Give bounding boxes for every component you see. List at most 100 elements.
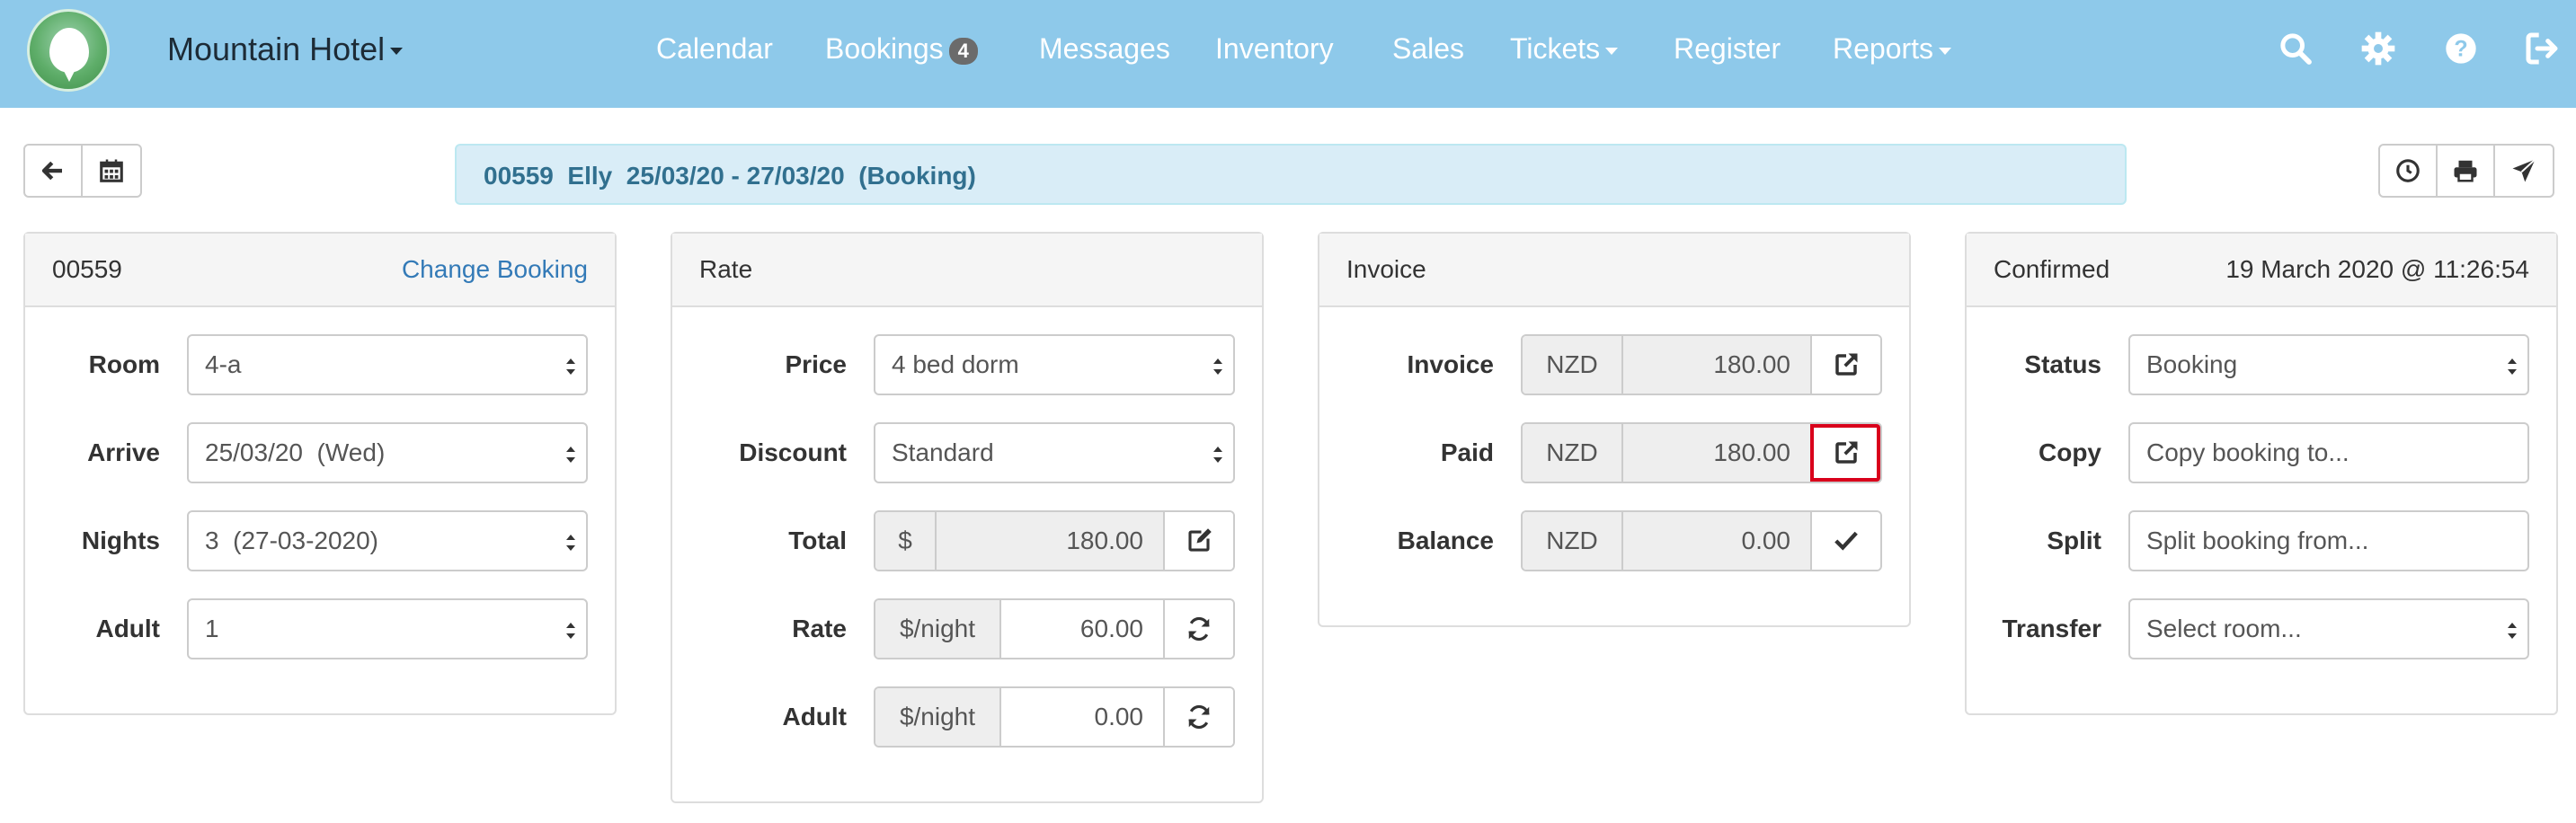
status-label: Status	[2024, 350, 2101, 378]
hotel-name: Mountain Hotel	[167, 31, 386, 67]
invoice-currency: NZD	[1523, 336, 1623, 394]
nav-bookings-label: Bookings	[825, 32, 944, 65]
price-label: Price	[785, 350, 848, 378]
balance-label: Balance	[1397, 527, 1494, 554]
booking-panel-heading: 00559 Change Booking	[25, 234, 615, 307]
svg-text:?: ?	[2454, 36, 2467, 61]
calendar-icon	[100, 159, 123, 182]
external-link-icon	[1835, 441, 1858, 464]
checkmark-icon	[1834, 531, 1858, 551]
edit-total-button[interactable]	[1163, 512, 1233, 570]
rate-unit: $/night	[875, 600, 1001, 658]
invoice-panel-title: Invoice	[1346, 255, 1426, 283]
rate-field[interactable]: 60.00	[1001, 600, 1163, 658]
transfer-label: Transfer	[2002, 615, 2102, 642]
logout-icon[interactable]	[2524, 31, 2560, 66]
balance-input-group: NZD 0.00	[1521, 510, 1882, 571]
nav-tickets-label: Tickets	[1510, 32, 1601, 65]
change-booking-link[interactable]: Change Booking	[402, 255, 588, 284]
hotel-logo[interactable]	[27, 9, 110, 92]
balance-check-button[interactable]	[1810, 512, 1880, 570]
adult-label: Adult	[95, 615, 160, 642]
paid-currency: NZD	[1523, 424, 1623, 482]
external-link-icon	[1835, 353, 1858, 376]
adult-select[interactable]: 1	[187, 598, 588, 659]
back-button[interactable]	[25, 146, 83, 196]
nights-value: 3 (27-03-2020)	[205, 527, 379, 554]
select-arrows-icon	[2508, 358, 2517, 375]
room-value: 4-a	[205, 350, 242, 378]
arrive-select[interactable]: 25/03/20 (Wed)	[187, 422, 588, 483]
open-payments-button[interactable]	[1810, 424, 1880, 482]
rate-input-group: $/night 60.00	[874, 598, 1235, 659]
copy-booking-button[interactable]: Copy booking to...	[2128, 422, 2529, 483]
refresh-icon	[1188, 704, 1210, 730]
adult-rate-label: Adult	[782, 703, 847, 730]
send-button[interactable]	[2495, 146, 2553, 196]
discount-label: Discount	[739, 438, 847, 466]
calendar-button[interactable]	[83, 146, 140, 196]
select-arrows-icon	[566, 623, 575, 639]
nights-label: Nights	[81, 527, 160, 554]
history-button[interactable]	[2380, 146, 2438, 196]
nav-buttons	[23, 144, 142, 198]
adult-rate-unit: $/night	[875, 688, 1001, 746]
gear-icon[interactable]	[2360, 31, 2396, 66]
room-select[interactable]: 4-a	[187, 334, 588, 395]
arrive-label: Arrive	[87, 438, 160, 466]
adult-rate-input-group: $/night 0.00	[874, 686, 1235, 748]
nav-messages[interactable]: Messages	[1039, 32, 1170, 66]
edit-icon	[1188, 528, 1212, 552]
invoice-panel: Invoice Invoice NZD 180.00 Paid NZD 180.…	[1318, 232, 1911, 627]
transfer-value: Select room...	[2146, 615, 2302, 642]
discount-value: Standard	[892, 438, 994, 466]
nav-calendar[interactable]: Calendar	[656, 32, 773, 66]
nav-sales[interactable]: Sales	[1392, 32, 1464, 66]
split-booking-button[interactable]: Split booking from...	[2128, 510, 2529, 571]
rate-panel-heading: Rate	[672, 234, 1262, 307]
balance-field: 0.00	[1623, 512, 1810, 570]
open-invoice-button[interactable]	[1810, 336, 1880, 394]
print-button[interactable]	[2438, 146, 2495, 196]
nav-reports[interactable]: Reports	[1833, 32, 1952, 66]
adult-rate-field[interactable]: 0.00	[1001, 688, 1163, 746]
arrive-value: 25/03/20 (Wed)	[205, 438, 386, 466]
invoice-input-group: NZD 180.00	[1521, 334, 1882, 395]
refresh-icon	[1188, 616, 1210, 642]
refresh-adult-rate-button[interactable]	[1163, 688, 1233, 746]
select-arrows-icon	[566, 535, 575, 551]
select-arrows-icon	[1213, 447, 1222, 463]
nav-bookings[interactable]: Bookings 4	[825, 32, 978, 66]
help-icon[interactable]: ?	[2443, 31, 2479, 66]
price-select[interactable]: 4 bed dorm	[874, 334, 1235, 395]
chevron-down-icon	[1605, 47, 1619, 55]
nights-select[interactable]: 3 (27-03-2020)	[187, 510, 588, 571]
invoice-field: 180.00	[1623, 336, 1810, 394]
room-label: Room	[88, 350, 160, 378]
paid-label: Paid	[1440, 438, 1494, 466]
arrow-left-icon	[41, 161, 62, 181]
search-icon[interactable]	[2278, 31, 2314, 66]
nav-register[interactable]: Register	[1674, 32, 1781, 66]
hotel-selector[interactable]: Mountain Hotel	[167, 31, 404, 68]
action-buttons	[2378, 144, 2554, 198]
price-value: 4 bed dorm	[892, 350, 1019, 378]
chevron-down-icon	[1939, 47, 1952, 55]
status-select[interactable]: Booking	[2128, 334, 2529, 395]
rate-panel-title: Rate	[699, 255, 753, 283]
refresh-rate-button[interactable]	[1163, 600, 1233, 658]
total-input-group: $ 180.00	[874, 510, 1235, 571]
nav-inventory[interactable]: Inventory	[1215, 32, 1334, 66]
select-arrows-icon	[1213, 358, 1222, 375]
nav-tickets[interactable]: Tickets	[1510, 32, 1619, 66]
select-arrows-icon	[566, 358, 575, 375]
discount-select[interactable]: Standard	[874, 422, 1235, 483]
chevron-down-icon	[390, 48, 404, 56]
invoice-label: Invoice	[1407, 350, 1494, 378]
booking-summary-bar: 00559 Elly 25/03/20 - 27/03/20 (Booking)	[455, 144, 2127, 205]
total-label: Total	[788, 527, 847, 554]
transfer-room-select[interactable]: Select room...	[2128, 598, 2529, 659]
top-navbar: Mountain Hotel Calendar Bookings 4 Messag…	[0, 0, 2576, 108]
total-currency: $	[875, 512, 937, 570]
bookings-count-badge: 4	[948, 37, 978, 65]
